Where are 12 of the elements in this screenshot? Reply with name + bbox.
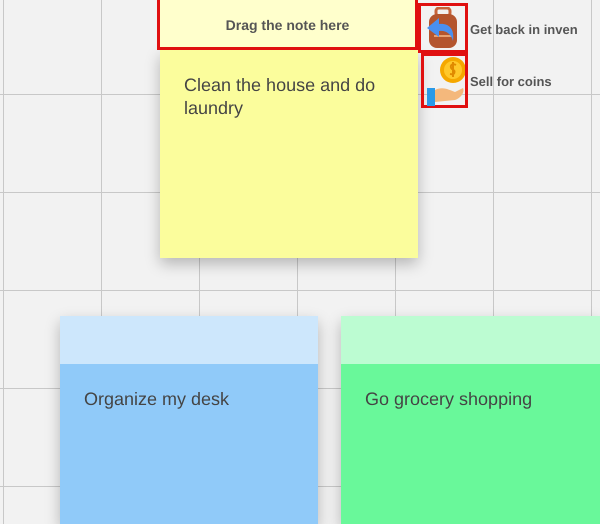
sticky-note[interactable]: Organize my desk [60, 316, 318, 524]
sticky-note[interactable]: Clean the house and do laundry [160, 50, 418, 258]
action-label: Get back in inven [470, 21, 578, 39]
drop-zone[interactable]: Drag the note here [157, 0, 418, 50]
sticky-note[interactable]: Go grocery shopping [341, 316, 600, 524]
note-text: Organize my desk [83, 388, 230, 411]
action-target[interactable] [418, 3, 468, 53]
note-text: Go grocery shopping [364, 388, 534, 411]
action-label: Sell for coins [470, 73, 552, 91]
action-target[interactable] [421, 53, 468, 108]
note-text: Clean the house and do laundry [183, 74, 376, 120]
hand-coin-icon [424, 56, 464, 106]
